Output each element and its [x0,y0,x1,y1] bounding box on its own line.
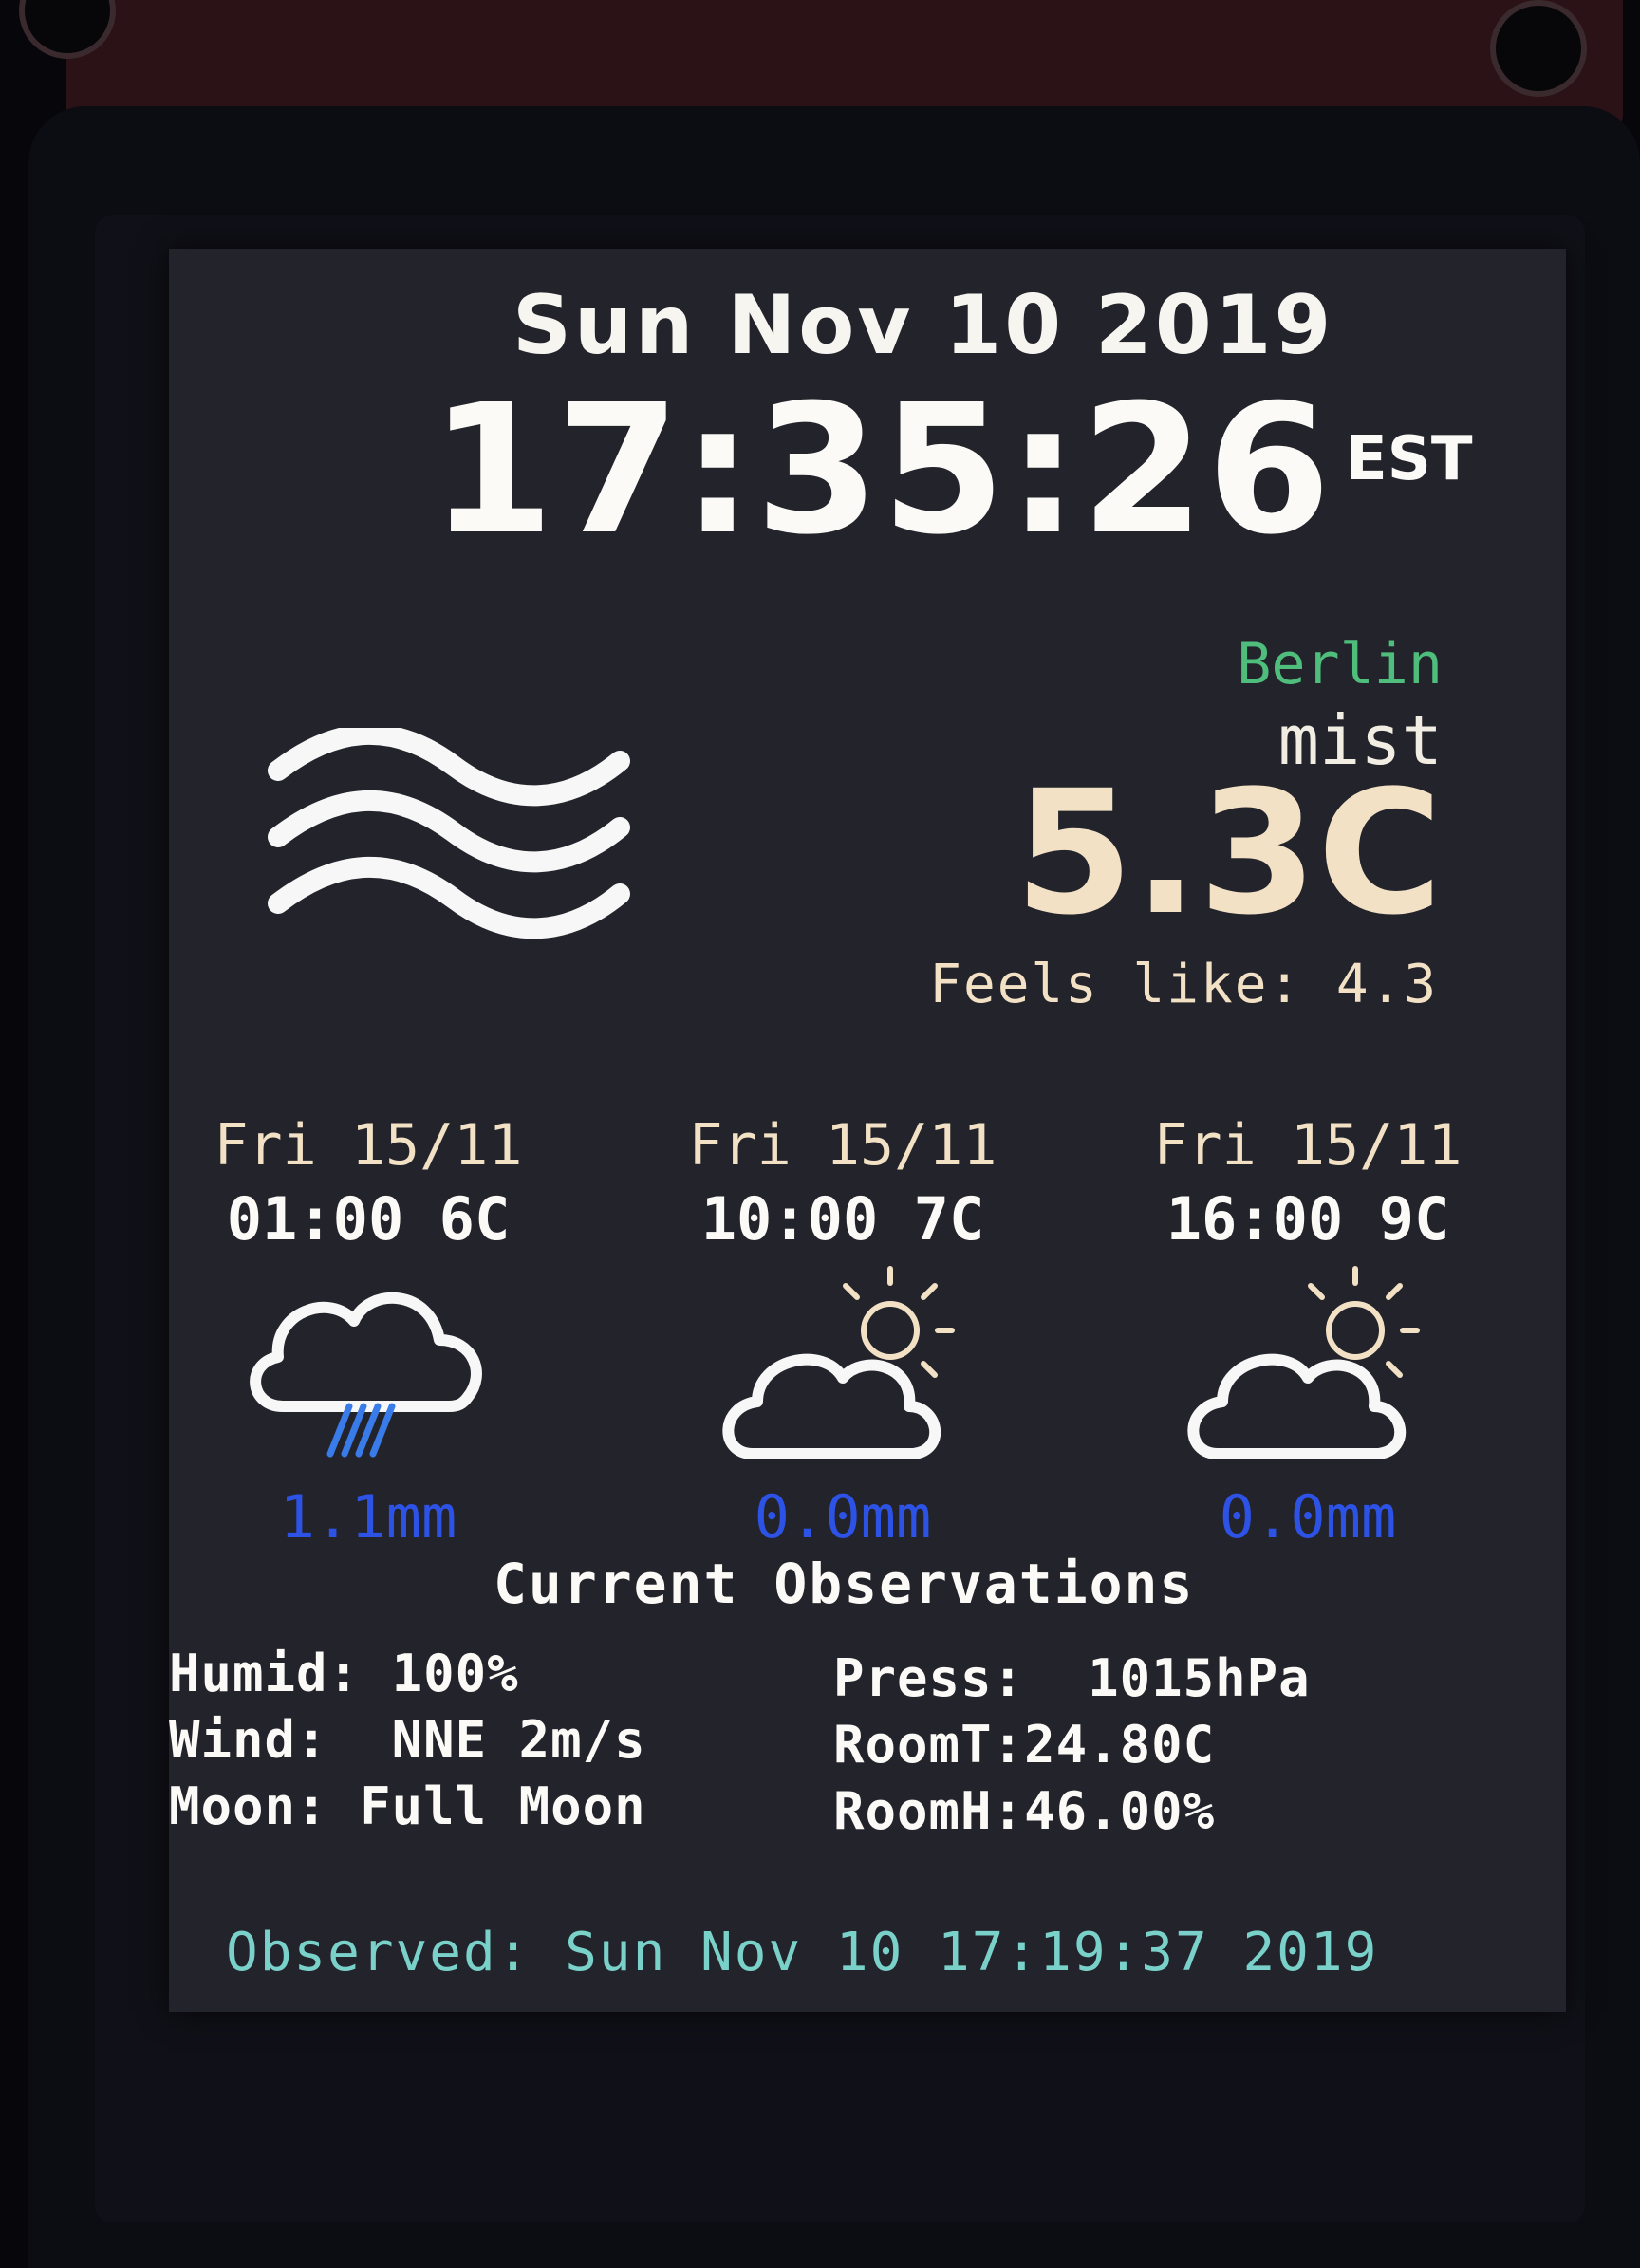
observations-title: Current Observations [494,1552,1195,1616]
feels-like: Feels like: 4.3 [929,954,1438,1015]
observed-timestamp: Observed: Sun Nov 10 17:19:37 2019 [226,1922,1379,1983]
timezone-label: EST [1346,424,1473,494]
partly-cloudy-icon [722,1266,955,1459]
clock-time: 17:35:26 [430,366,1333,574]
obs-room-temperature: RoomT:24.80C [833,1715,1216,1775]
forecast-rain: 0.0mm [1219,1482,1397,1552]
obs-room-humidity: RoomH:46.00% [833,1781,1216,1841]
forecast-day: Fri 15/11 [1153,1112,1463,1179]
forecast-hour-temp: 01:00 6C [226,1184,511,1254]
partly-cloudy-icon [1187,1266,1420,1459]
forecast-hour-temp: 16:00 9C [1165,1184,1450,1254]
forecast-hour-temp: 10:00 7C [700,1184,985,1254]
cloud-rain-icon [250,1292,482,1458]
obs-moon: Moon: Full Moon [169,1776,646,1836]
current-temperature: 5.3C [1015,754,1443,953]
forecast-day: Fri 15/11 [688,1112,997,1179]
obs-humidity: Humid: 100% [169,1644,519,1703]
obs-pressure: Press: 1015hPa [833,1648,1311,1708]
city-name: Berlin [1237,631,1443,697]
forecast-day: Fri 15/11 [214,1112,523,1179]
obs-wind: Wind: NNE 2m/s [169,1710,646,1770]
forecast-rain: 0.0mm [754,1482,932,1552]
weather-display-screen: Sun Nov 10 2019 17:35:26 EST Berlin mist… [169,249,1566,2012]
mounting-hole [1490,0,1587,97]
mist-icon [268,728,630,939]
forecast-rain: 1.1mm [279,1482,457,1552]
date-label: Sun Nov 10 2019 [512,278,1334,373]
